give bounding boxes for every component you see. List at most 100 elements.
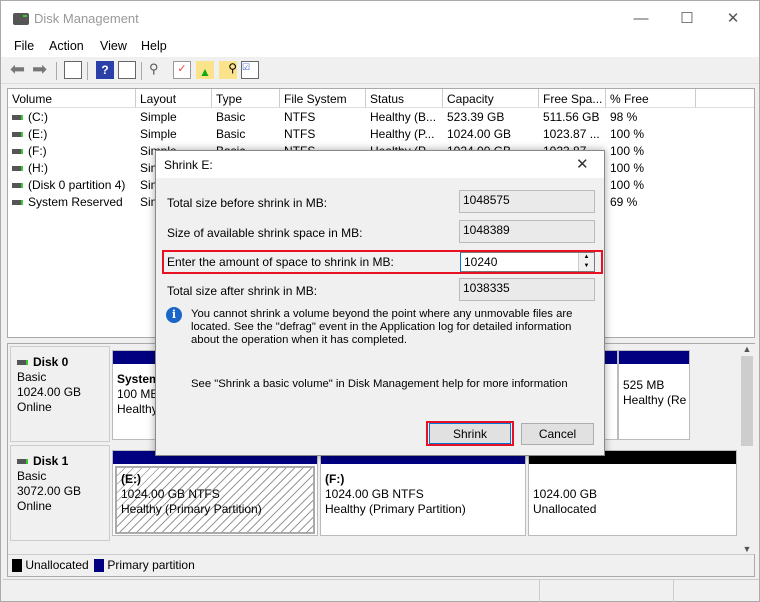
menu-file[interactable]: File	[14, 39, 34, 53]
shrink-amount-label: Enter the amount of space to shrink in M…	[167, 255, 394, 269]
table-cell[interactable]: 100 %	[610, 127, 644, 144]
table-cell[interactable]: 98 %	[610, 110, 637, 127]
shrink-button[interactable]: Shrink	[429, 423, 511, 444]
partition-size: 525 MB	[623, 378, 665, 392]
scroll-down-icon[interactable]: ▼	[739, 544, 755, 554]
table-cell[interactable]: Simple	[140, 127, 177, 144]
partition-e[interactable]: (E:) 1024.00 GB NTFS Healthy (Primary Part…	[112, 450, 318, 536]
disk-0-label[interactable]: Disk 0 Basic 1024.00 GB Online	[10, 346, 110, 442]
stepper-down-icon[interactable]: ▼	[579, 262, 594, 271]
stepper-up-icon[interactable]: ▲	[579, 253, 594, 262]
disk-type: Basic	[17, 370, 47, 384]
table-cell[interactable]: Healthy (B...	[370, 110, 436, 127]
title-bar: Disk Management — ☐ ✕	[1, 1, 759, 37]
column-header-type[interactable]: Type	[212, 89, 280, 108]
table-cell[interactable]: 100 %	[610, 178, 644, 195]
table-cell[interactable]: 511.56 GB	[543, 110, 599, 127]
close-button[interactable]: ✕	[713, 7, 753, 31]
info-text: You cannot shrink a volume beyond the po…	[191, 308, 573, 346]
cell-text: 100 %	[610, 178, 645, 192]
volume-name-cell[interactable]: (H:)	[12, 161, 48, 178]
scroll-up-icon[interactable]: ▲	[739, 344, 755, 354]
table-cell[interactable]: 69 %	[610, 195, 637, 212]
shrink-amount-stepper[interactable]: 10240 ▲ ▼	[460, 252, 595, 272]
cell-text: 1023.87 ...	[543, 127, 600, 141]
cell-text: (H:)	[28, 161, 48, 175]
help-text[interactable]: See "Shrink a basic volume" in Disk Mana…	[191, 378, 568, 390]
table-cell[interactable]: 100 %	[610, 161, 644, 178]
cancel-button[interactable]: Cancel	[521, 423, 594, 445]
total-after-label: Total size after shrink in MB:	[167, 284, 318, 298]
menu-bar: File Action View Help	[1, 37, 759, 57]
column-header-capacity[interactable]: Capacity	[443, 89, 539, 108]
table-cell[interactable]: Basic	[216, 127, 245, 144]
column-header-volume[interactable]: Volume	[8, 89, 136, 108]
up-folder-icon[interactable]: ▲	[196, 61, 214, 79]
volume-name-cell[interactable]: (Disk 0 partition 4)	[12, 178, 125, 195]
table-cell[interactable]: 100 %	[610, 144, 644, 161]
table-cell[interactable]: 523.39 GB	[447, 110, 504, 127]
column-header-free-space[interactable]: Free Spa...	[539, 89, 606, 108]
vertical-scrollbar[interactable]: ▲ ▼	[739, 344, 755, 554]
dialog-title-bar: Shrink E: ✕	[156, 151, 604, 178]
toolbar: ⬅ ➡ ? ⚲ ✓ ▲ ⚲ ☑	[1, 58, 759, 84]
cell-text: (C:)	[28, 110, 48, 124]
drive-icon	[12, 200, 23, 206]
minimize-button[interactable]: —	[621, 7, 661, 31]
available-space-label: Size of available shrink space in MB:	[167, 226, 363, 240]
dialog-close-button[interactable]: ✕	[576, 155, 589, 173]
disk-management-app-icon	[13, 13, 29, 25]
table-cell[interactable]: 1024.00 GB	[447, 127, 511, 144]
table-cell[interactable]: Simple	[140, 110, 177, 127]
table-cell[interactable]: NTFS	[284, 127, 315, 144]
total-before-label: Total size before shrink in MB:	[167, 196, 328, 210]
check-icon[interactable]: ✓	[173, 61, 191, 79]
cell-text: (F:)	[28, 144, 47, 158]
show-pane-icon[interactable]	[118, 61, 136, 79]
column-header-percent-free[interactable]: % Free	[606, 89, 696, 108]
disk-status: Online	[17, 400, 52, 414]
table-cell[interactable]: NTFS	[284, 110, 315, 127]
table-cell[interactable]: Healthy (P...	[370, 127, 434, 144]
partition-size: 1024.00 GB NTFS	[121, 487, 220, 501]
help-icon[interactable]: ?	[96, 61, 114, 79]
cell-text: NTFS	[284, 127, 316, 141]
disk-1-label[interactable]: Disk 1 Basic 3072.00 GB Online	[10, 445, 110, 541]
back-icon[interactable]: ⬅	[10, 60, 28, 79]
column-header-file-system[interactable]: File System	[280, 89, 366, 108]
drive-icon	[12, 183, 23, 189]
menu-action[interactable]: Action	[49, 39, 84, 53]
volume-name-cell[interactable]: (C:)	[12, 110, 48, 127]
table-cell[interactable]: 1023.87 ...	[543, 127, 600, 144]
cell-text: Healthy (P...	[370, 127, 435, 141]
column-header-layout[interactable]: Layout	[136, 89, 212, 108]
cell-text: 1024.00 GB	[447, 127, 512, 141]
search-folder-icon[interactable]: ⚲	[219, 61, 237, 79]
cell-text: 98 %	[610, 110, 638, 124]
table-cell[interactable]: Basic	[216, 110, 245, 127]
maximize-button[interactable]: ☐	[667, 7, 707, 31]
volume-name-cell[interactable]: (E:)	[12, 127, 47, 144]
toolbar-separator	[87, 62, 88, 80]
console-tree-icon[interactable]	[64, 61, 82, 79]
available-space-value: 1048389	[459, 220, 595, 243]
forward-icon[interactable]: ➡	[32, 60, 50, 79]
cell-text: NTFS	[284, 110, 316, 124]
connect-icon[interactable]: ⚲	[149, 61, 167, 79]
partition-recovery[interactable]: 525 MB Healthy (Re	[618, 350, 690, 440]
scrollbar-thumb[interactable]	[741, 356, 753, 446]
cell-text: (Disk 0 partition 4)	[28, 178, 126, 192]
partition-status: Healthy (Primary Partition)	[121, 502, 262, 516]
cell-text: Simple	[140, 110, 177, 124]
drive-icon	[12, 132, 23, 138]
properties-list-icon[interactable]: ☑	[241, 61, 259, 79]
menu-view[interactable]: View	[100, 39, 127, 53]
shrink-amount-input[interactable]: 10240	[464, 255, 497, 269]
menu-help[interactable]: Help	[141, 39, 167, 53]
partition-unallocated[interactable]: 1024.00 GB Unallocated	[528, 450, 737, 536]
partition-f[interactable]: (F:) 1024.00 GB NTFS Healthy (Primary Part…	[320, 450, 526, 536]
column-header-status[interactable]: Status	[366, 89, 443, 108]
disk-icon	[17, 459, 28, 465]
volume-name-cell[interactable]: System Reserved	[12, 195, 123, 212]
volume-name-cell[interactable]: (F:)	[12, 144, 47, 161]
